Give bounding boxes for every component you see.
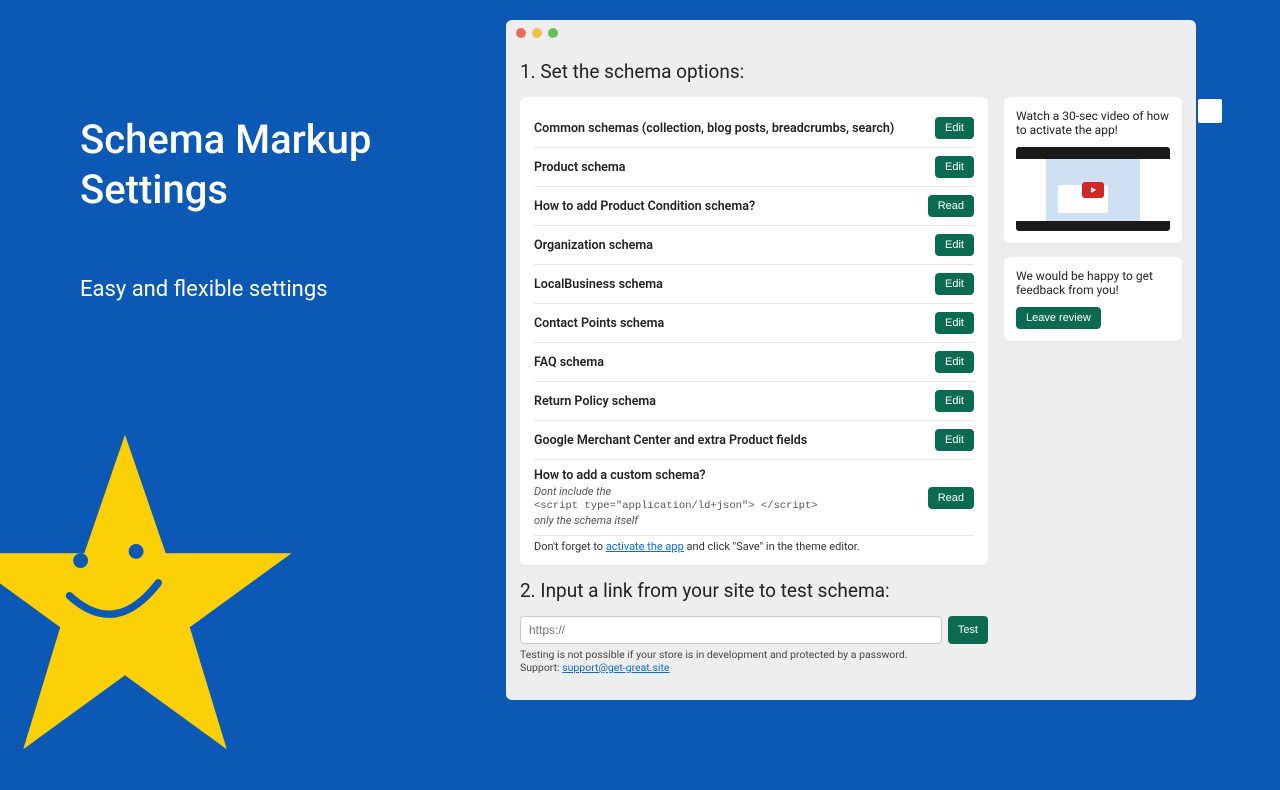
star-illustration	[0, 420, 310, 790]
maximize-icon[interactable]	[548, 28, 558, 38]
schema-row: Organization schemaEdit	[534, 226, 974, 265]
row-label: Return Policy schema	[534, 394, 935, 409]
edit-button[interactable]: Edit	[935, 429, 974, 451]
play-icon	[1082, 182, 1104, 198]
edit-button[interactable]: Edit	[935, 390, 974, 412]
video-card: Watch a 30-sec video of how to activate …	[1004, 97, 1182, 243]
edit-button[interactable]: Edit	[935, 273, 974, 295]
feedback-text: We would be happy to get feedback from y…	[1016, 269, 1170, 297]
section-1-title: 1. Set the schema options:	[520, 60, 1182, 83]
support-email-link[interactable]: support@get-great.site	[562, 661, 669, 674]
read-button[interactable]: Read	[928, 487, 974, 509]
test-url-input[interactable]	[520, 616, 942, 644]
close-icon[interactable]	[516, 28, 526, 38]
row-label: How to add a custom schema? Dont include…	[534, 468, 928, 527]
schema-row: Google Merchant Center and extra Product…	[534, 421, 974, 460]
page-title: Schema MarkupSettings	[80, 115, 460, 215]
row-label: Google Merchant Center and extra Product…	[534, 433, 935, 448]
read-button[interactable]: Read	[928, 195, 974, 217]
edit-button[interactable]: Edit	[935, 312, 974, 334]
schema-options-card: Common schemas (collection, blog posts, …	[520, 97, 988, 565]
row-label: LocalBusiness schema	[534, 277, 935, 292]
row-label: Contact Points schema	[534, 316, 935, 331]
schema-row: Common schemas (collection, blog posts, …	[534, 109, 974, 148]
schema-row: Product schemaEdit	[534, 148, 974, 187]
edit-button[interactable]: Edit	[935, 117, 974, 139]
edit-button[interactable]: Edit	[935, 156, 974, 178]
edit-button[interactable]: Edit	[935, 351, 974, 373]
edit-button[interactable]: Edit	[935, 234, 974, 256]
page-subtitle: Easy and flexible settings	[80, 270, 460, 310]
test-note: Testing is not possible if your store is…	[520, 648, 988, 661]
video-thumbnail[interactable]	[1016, 147, 1170, 231]
leave-review-button[interactable]: Leave review	[1016, 307, 1101, 329]
overflow-tab	[1198, 99, 1222, 123]
minimize-icon[interactable]	[532, 28, 542, 38]
test-button[interactable]: Test	[948, 616, 988, 644]
feedback-card: We would be happy to get feedback from y…	[1004, 257, 1182, 341]
support-line: Support: support@get-great.site	[520, 661, 988, 674]
schema-row-custom: How to add a custom schema? Dont include…	[534, 460, 974, 536]
row-label: Organization schema	[534, 238, 935, 253]
schema-row: Contact Points schemaEdit	[534, 304, 974, 343]
footnote: Don't forget to activate the app and cli…	[534, 540, 974, 553]
app-window: 1. Set the schema options: Common schema…	[506, 20, 1196, 700]
section-2-title: 2. Input a link from your site to test s…	[520, 579, 988, 602]
row-label: How to add Product Condition schema?	[534, 199, 928, 214]
schema-row: LocalBusiness schemaEdit	[534, 265, 974, 304]
window-titlebar	[506, 20, 1196, 46]
row-label: FAQ schema	[534, 355, 935, 370]
schema-row: Return Policy schemaEdit	[534, 382, 974, 421]
row-label: Common schemas (collection, blog posts, …	[534, 121, 935, 136]
video-card-text: Watch a 30-sec video of how to activate …	[1016, 109, 1170, 137]
schema-row: FAQ schemaEdit	[534, 343, 974, 382]
schema-row: How to add Product Condition schema?Read	[534, 187, 974, 226]
row-label: Product schema	[534, 160, 935, 175]
activate-app-link[interactable]: activate the app	[606, 540, 684, 553]
